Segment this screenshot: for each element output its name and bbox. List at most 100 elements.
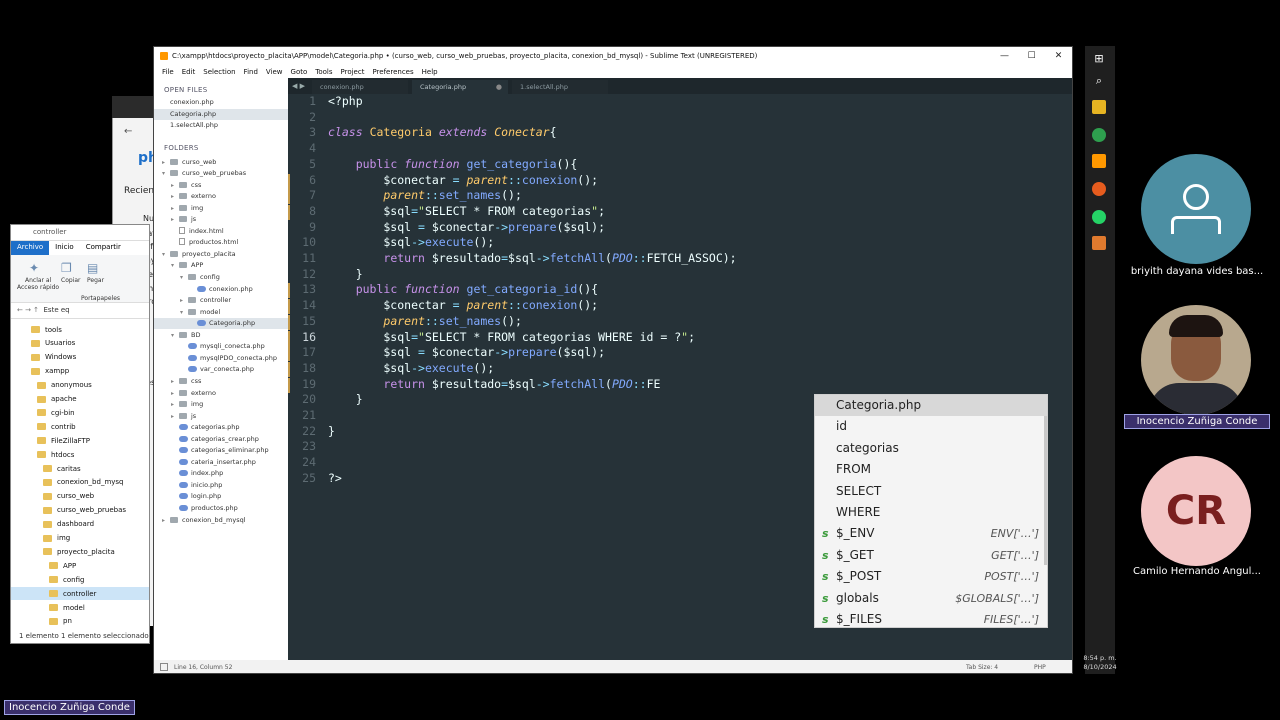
open-file-item[interactable]: 1.selectAll.php [154, 120, 288, 131]
chevron-right-icon[interactable]: ▸ [171, 399, 179, 410]
chevron-right-icon[interactable]: ▸ [171, 191, 179, 202]
chevron-right-icon[interactable]: ▸ [171, 376, 179, 387]
pin-icon[interactable]: ✦ [29, 261, 39, 275]
autocomplete-item[interactable]: s $_FILES FILES['…'] [815, 609, 1047, 627]
chevron-right-icon[interactable]: ▸ [171, 411, 179, 422]
tab-0[interactable]: conexion.php [312, 80, 408, 94]
sidebar-folder[interactable]: ▸ controller [154, 295, 288, 306]
explorer-address-bar[interactable]: ← → ↑ Este eq [11, 303, 149, 319]
chevron-down-icon[interactable]: ▾ [162, 249, 170, 260]
autocomplete-item[interactable]: id [815, 416, 1047, 437]
sidebar-folder[interactable]: ▾ model [154, 307, 288, 318]
sidebar-folder[interactable]: ▾ BD [154, 330, 288, 341]
explorer-tree-item[interactable]: img [11, 532, 149, 545]
sidebar-folder[interactable]: ▸ img [154, 399, 288, 410]
sidebar-file[interactable]: index.php [154, 468, 288, 479]
sidebar-folder[interactable]: ▸ externo [154, 191, 288, 202]
explorer-tree-item[interactable]: Usuarios [11, 337, 149, 350]
chevron-right-icon[interactable]: ▸ [171, 214, 179, 225]
explorer-tree-item[interactable]: contrib [11, 420, 149, 433]
chevron-right-icon[interactable]: ▸ [162, 515, 170, 526]
explorer-tree-item[interactable]: dashboard [11, 518, 149, 531]
sidebar-file[interactable]: productos.html [154, 237, 288, 248]
menu-edit[interactable]: Edit [178, 68, 200, 76]
app-icon[interactable] [1092, 236, 1106, 250]
status-tab-size[interactable]: Tab Size: 4 [966, 660, 998, 673]
sidebar-file[interactable]: inicio.php [154, 480, 288, 491]
autocomplete-item[interactable]: s globals $GLOBALS['…'] [815, 588, 1047, 609]
sidebar-file[interactable]: var_conecta.php [154, 364, 288, 375]
system-clock[interactable]: 8:54 p. m. 8/10/2024 [1080, 654, 1120, 672]
minimize-icon[interactable]: — [991, 47, 1018, 65]
explorer-tree-item[interactable]: pn [11, 615, 149, 628]
explorer-tree-item[interactable]: curso_web_pruebas [11, 504, 149, 517]
sidebar-file[interactable]: conexion.php [154, 284, 288, 295]
panel-toggle-icon[interactable] [160, 663, 168, 671]
menu-file[interactable]: File [158, 68, 178, 76]
menu-project[interactable]: Project [337, 68, 369, 76]
explorer-tree-item[interactable]: config [11, 573, 149, 586]
address-nav-icons[interactable]: ← → ↑ [17, 306, 44, 314]
back-arrow-icon[interactable]: ← [124, 126, 132, 137]
tab-1[interactable]: Categoria.php ● [412, 80, 508, 94]
chevron-down-icon[interactable]: ▾ [180, 307, 188, 318]
title-bar[interactable]: C:\xampp\htdocs\proyecto_placita\APP\mod… [154, 47, 1072, 65]
ribbon-tab-compartir[interactable]: Compartir [80, 241, 127, 255]
explorer-tree-item[interactable]: anonymous [11, 379, 149, 392]
explorer-tree-item[interactable]: htdocs [11, 448, 149, 461]
autocomplete-popup[interactable]: Categoria.php id categorias FROM SELECT WHERE… [814, 394, 1048, 628]
sidebar-folder[interactable]: ▾ config [154, 272, 288, 283]
explorer-tree-item[interactable]: Windows [11, 351, 149, 364]
open-file-item[interactable]: conexion.php [154, 97, 288, 108]
sidebar-folder[interactable]: ▸ js [154, 411, 288, 422]
menu-tools[interactable]: Tools [311, 68, 336, 76]
explorer-tree-item[interactable]: cgi-bin [11, 406, 149, 419]
autocomplete-item[interactable]: Categoria.php [815, 395, 1047, 417]
sidebar-file[interactable]: categorias_crear.php [154, 434, 288, 445]
tab-2[interactable]: 1.selectAll.php [512, 80, 608, 94]
explorer-tree-item[interactable]: FileZillaFTP [11, 434, 149, 447]
explorer-tree-item[interactable]: curso_web [11, 490, 149, 503]
open-file-item[interactable]: Categoria.php [154, 108, 288, 120]
sidebar-folder[interactable]: ▸ js [154, 214, 288, 225]
sidebar-file[interactable]: mysqlPDO_conecta.php [154, 353, 288, 364]
sidebar-file[interactable]: mysqli_conecta.php [154, 341, 288, 352]
sidebar-folder[interactable]: ▾ APP [154, 260, 288, 271]
copy-icon[interactable]: ❐ [61, 261, 72, 275]
chrome-icon[interactable] [1092, 128, 1106, 142]
explorer-tree-item[interactable]: conexion_bd_mysq [11, 476, 149, 489]
sidebar-file[interactable]: index.html [154, 226, 288, 237]
search-icon[interactable]: ⌕ [1092, 74, 1106, 88]
menu-preferences[interactable]: Preferences [368, 68, 417, 76]
sidebar-file[interactable]: productos.php [154, 503, 288, 514]
file-explorer-icon[interactable] [1092, 100, 1106, 114]
autocomplete-item[interactable]: s $_POST POST['…'] [815, 566, 1047, 587]
status-syntax[interactable]: PHP [1034, 660, 1046, 673]
chevron-right-icon[interactable]: ▸ [180, 295, 188, 306]
menu-goto[interactable]: Goto [287, 68, 312, 76]
paste-icon[interactable]: ▤ [87, 261, 98, 275]
sidebar-folder[interactable]: ▸ css [154, 376, 288, 387]
windows-start-icon[interactable]: ⊞ [1092, 52, 1106, 66]
chevron-right-icon[interactable]: ▸ [162, 157, 170, 168]
autocomplete-item[interactable]: categorias [815, 438, 1047, 459]
explorer-tree-item[interactable]: proyecto_placita [11, 545, 149, 558]
sidebar-folder[interactable]: ▸ img [154, 203, 288, 214]
chevron-down-icon[interactable]: ▾ [171, 330, 179, 341]
sidebar-file[interactable]: login.php [154, 491, 288, 502]
chevron-down-icon[interactable]: ▾ [171, 260, 179, 271]
menu-help[interactable]: Help [418, 68, 442, 76]
tab-dirty-icon[interactable]: ● [496, 80, 502, 94]
ribbon-tab-archivo[interactable]: Archivo [11, 241, 50, 255]
tab-scroll-arrows-icon[interactable]: ◀ ▶ [292, 80, 305, 92]
autocomplete-item[interactable]: WHERE [815, 502, 1047, 523]
chevron-right-icon[interactable]: ▸ [171, 180, 179, 191]
explorer-tree-item[interactable]: caritas [11, 462, 149, 475]
chevron-right-icon[interactable]: ▸ [171, 203, 179, 214]
sidebar-folder[interactable]: ▸ css [154, 180, 288, 191]
sidebar-file[interactable]: categorias.php [154, 422, 288, 433]
chevron-down-icon[interactable]: ▾ [180, 272, 188, 283]
explorer-tree-item[interactable]: tools [11, 323, 149, 336]
sidebar-folder[interactable]: ▾ proyecto_placita [154, 249, 288, 260]
ribbon-tab-inicio[interactable]: Inicio [49, 241, 80, 255]
